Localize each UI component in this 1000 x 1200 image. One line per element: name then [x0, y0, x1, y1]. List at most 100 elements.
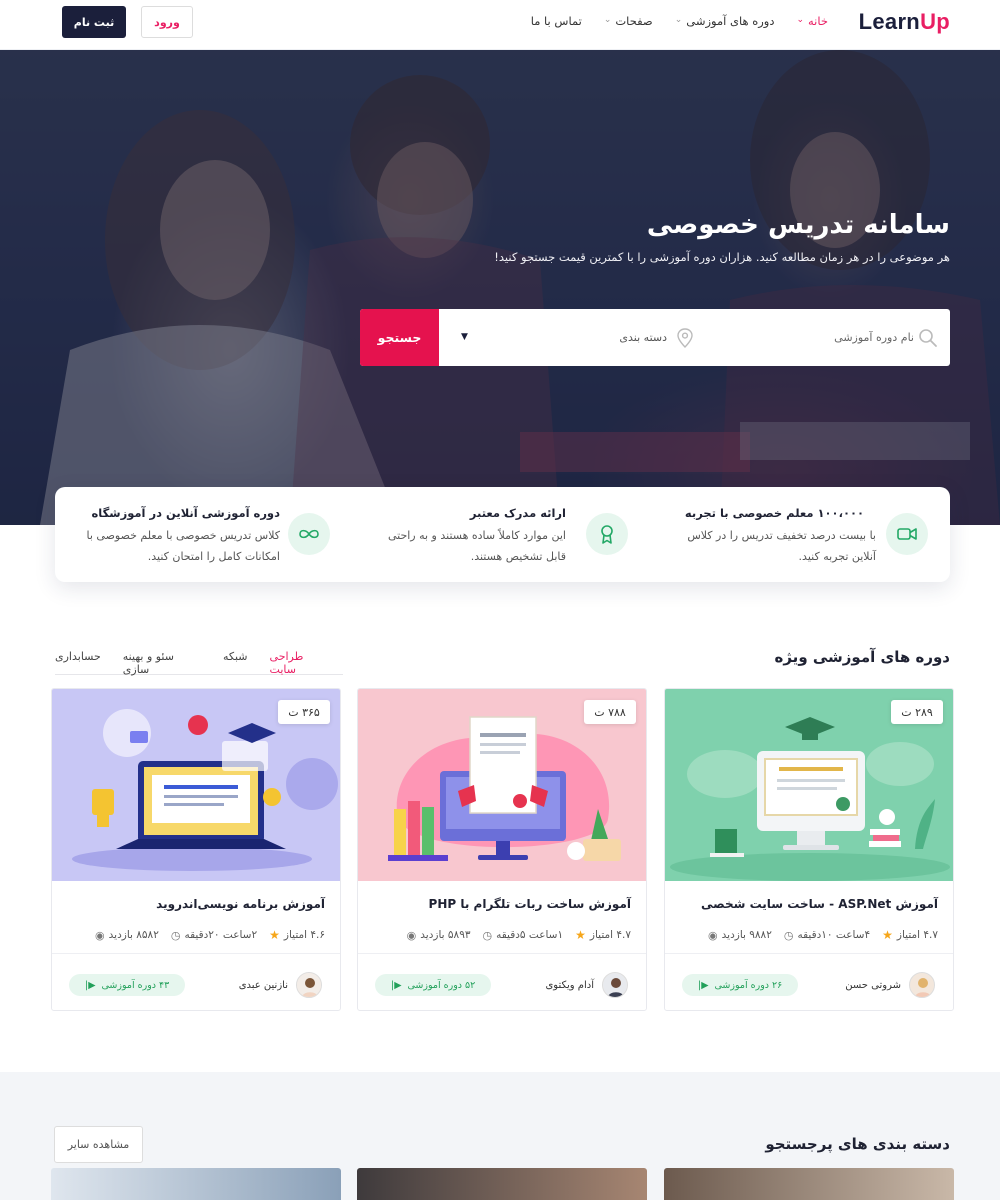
nav-item-home[interactable]: خانه ⌄ [796, 14, 828, 28]
course-price: ۳۶۵ ت [278, 700, 330, 724]
duration-text: ۴ساعت ۱۰دقیقه [797, 929, 871, 941]
lessons-count-text: ۵۲ دوره آموزشی [407, 979, 476, 991]
course-duration: ◷ ۱ساعت ۵دقیقه [482, 928, 563, 942]
chevron-down-icon: ⌄ [796, 15, 805, 25]
popular-categories-title: دسته بندی های پرجستجو [765, 1135, 950, 1153]
lessons-count-badge: ۲۶ دوره آموزشی ▶| [682, 974, 799, 996]
hero-banner: سامانه تدریس خصوصی هر موضوعی را در هر زم… [0, 50, 1000, 525]
course-name-input[interactable] [734, 323, 914, 351]
card-divider [52, 953, 340, 954]
award-icon [586, 513, 628, 555]
rating-text: ۴.۶ امتیاز [283, 929, 325, 941]
course-title[interactable]: آموزش ASP.Net - ساخت سایت شخصی [701, 897, 938, 911]
feature-experienced-teachers: ۱۰۰،۰۰۰ معلم خصوصی با تجربه با بیست درصد… [650, 487, 950, 582]
hero-title: سامانه تدریس خصوصی [646, 210, 950, 240]
course-rating: ★ ۴.۶ امتیاز [269, 928, 325, 942]
chevron-down-icon: ⌄ [674, 15, 683, 25]
course-views: ◉ ۵۸۹۳ بازدید [407, 928, 471, 942]
logo-main-text: Learn [858, 9, 921, 34]
course-thumbnail: ۲۸۹ ت [665, 689, 953, 881]
feature-title: دوره آموزشی آنلاین در آموزشگاه [91, 506, 281, 520]
feature-description: این موارد کاملاً ساده هستند و به راحتی ق… [387, 529, 566, 563]
video-icon [886, 513, 928, 555]
card-divider [358, 953, 646, 954]
course-author[interactable]: شروتی حسن [845, 972, 935, 998]
infinity-icon [288, 513, 330, 555]
tab-network[interactable]: شبکه [223, 650, 248, 674]
course-title[interactable]: آموزش برنامه نویسی‌اندروید [156, 897, 325, 911]
register-button[interactable]: ثبت نام [62, 6, 126, 38]
featured-courses-title: دوره های آموزشی ویژه [774, 648, 951, 666]
chevron-down-icon: ⌄ [603, 15, 612, 25]
course-views: ◉ ۹۸۸۲ بازدید [708, 928, 772, 942]
duration-text: ۲ساعت ۲۰دقیقه [184, 929, 258, 941]
duration-text: ۱ساعت ۵دقیقه [496, 929, 564, 941]
star-icon: ★ [575, 928, 586, 942]
category-card[interactable] [51, 1168, 341, 1200]
nav-item-label: تماس با ما [530, 14, 582, 28]
feature-description: با بیست درصد تخفیف تدریس را در کلاس آنلا… [687, 529, 876, 563]
lessons-count-text: ۲۶ دوره آموزشی [714, 979, 783, 991]
course-duration: ◷ ۲ساعت ۲۰دقیقه [171, 928, 257, 942]
star-icon: ★ [882, 928, 893, 942]
view-all-button[interactable]: مشاهده سایر [54, 1126, 143, 1163]
tab-seo[interactable]: سئو و بهینه سازی [123, 650, 201, 676]
course-meta: ◉ ۹۸۸۲ بازدید ◷ ۴ساعت ۱۰دقیقه ★ ۴.۷ امتیاز [708, 928, 938, 942]
category-card[interactable] [664, 1168, 954, 1200]
course-duration: ◷ ۴ساعت ۱۰دقیقه [784, 928, 870, 942]
category-card[interactable] [357, 1168, 647, 1200]
card-divider [665, 953, 953, 954]
nav-item-label: صفحات [615, 14, 653, 28]
course-author[interactable]: آدام ویکتوی [545, 972, 628, 998]
course-thumbnail: ۷۸۸ ت [358, 689, 646, 881]
feature-certificate: ارائه مدرک معتبر این موارد کاملاً ساده ه… [352, 487, 652, 582]
lessons-count-text: ۴۳ دوره آموزشی [101, 979, 170, 991]
course-title[interactable]: آموزش ساخت ربات تلگرام با PHP [429, 897, 631, 911]
course-price: ۷۸۸ ت [584, 700, 636, 724]
course-card[interactable]: ۲۸۹ ت آموزش ASP.Net - ساخت سایت شخصی ◉ ۹۸… [664, 688, 954, 1011]
nav-item-courses[interactable]: دوره های آموزشی ⌄ [675, 14, 775, 28]
course-card[interactable]: ۳۶۵ ت آموزش برنامه نویسی‌اندروید ◉ ۸۵۸۲ ب… [51, 688, 341, 1011]
nav-item-label: خانه [808, 14, 828, 28]
tab-accounting[interactable]: حسابداری [55, 650, 101, 674]
tab-web-design[interactable]: طراحی سایت [270, 650, 331, 676]
course-meta: ◉ ۵۸۹۳ بازدید ◷ ۱ساعت ۵دقیقه ★ ۴.۷ امتیاز [407, 928, 631, 942]
feature-online-course: دوره آموزشی آنلاین در آموزشگاه کلاس تدری… [55, 487, 352, 582]
views-text: ۵۸۹۳ بازدید [420, 929, 471, 941]
nav-item-pages[interactable]: صفحات ⌄ [604, 14, 653, 28]
lessons-count-badge: ۴۳ دوره آموزشی ▶| [69, 974, 186, 996]
hero-overlay [0, 50, 1000, 525]
login-button[interactable]: ورود [141, 6, 193, 38]
avatar [909, 972, 935, 998]
play-list-icon: ▶| [391, 979, 402, 991]
clock-icon: ◷ [482, 928, 493, 942]
course-author[interactable]: نازنین عبدی [239, 972, 322, 998]
course-views: ◉ ۸۵۸۲ بازدید [95, 928, 159, 942]
views-text: ۸۵۸۲ بازدید [108, 929, 159, 941]
rating-text: ۴.۷ امتیاز [589, 929, 631, 941]
search-icon [919, 329, 937, 347]
play-list-icon: ▶| [85, 979, 96, 991]
course-meta: ◉ ۸۵۸۲ بازدید ◷ ۲ساعت ۲۰دقیقه ★ ۴.۶ امتیاز [95, 928, 325, 942]
course-card[interactable]: ۷۸۸ ت آموزش ساخت ربات تلگرام با PHP ◉ ۵۸۹… [357, 688, 647, 1011]
course-thumbnail: ۳۶۵ ت [52, 689, 340, 881]
location-pin-icon [677, 328, 693, 348]
caret-down-icon: ▼ [461, 332, 468, 342]
clock-icon: ◷ [783, 928, 794, 942]
top-navbar: LearnUp خانه ⌄ دوره های آموزشی ⌄ صفحات ⌄… [0, 0, 1000, 50]
eye-icon: ◉ [406, 928, 417, 942]
eye-icon: ◉ [708, 928, 718, 942]
lessons-count-badge: ۵۲ دوره آموزشی ▶| [375, 974, 492, 996]
avatar [296, 972, 322, 998]
hero-subtitle: هر موضوعی را در هر زمان مطالعه کنید. هزا… [494, 250, 950, 264]
rating-text: ۴.۷ امتیاز [896, 929, 938, 941]
nav-item-contact[interactable]: تماس با ما [531, 14, 582, 28]
category-dropdown[interactable]: ▼ دسته بندی [455, 323, 695, 351]
avatar [602, 972, 628, 998]
nav-item-label: دوره های آموزشی [686, 14, 775, 28]
brand-logo[interactable]: LearnUp [859, 9, 950, 35]
author-name: آدام ویکتوی [545, 979, 594, 991]
course-rating: ★ ۴.۷ امتیاز [575, 928, 631, 942]
features-card: ۱۰۰،۰۰۰ معلم خصوصی با تجربه با بیست درصد… [55, 487, 950, 582]
search-button[interactable]: جستجو [360, 309, 439, 366]
